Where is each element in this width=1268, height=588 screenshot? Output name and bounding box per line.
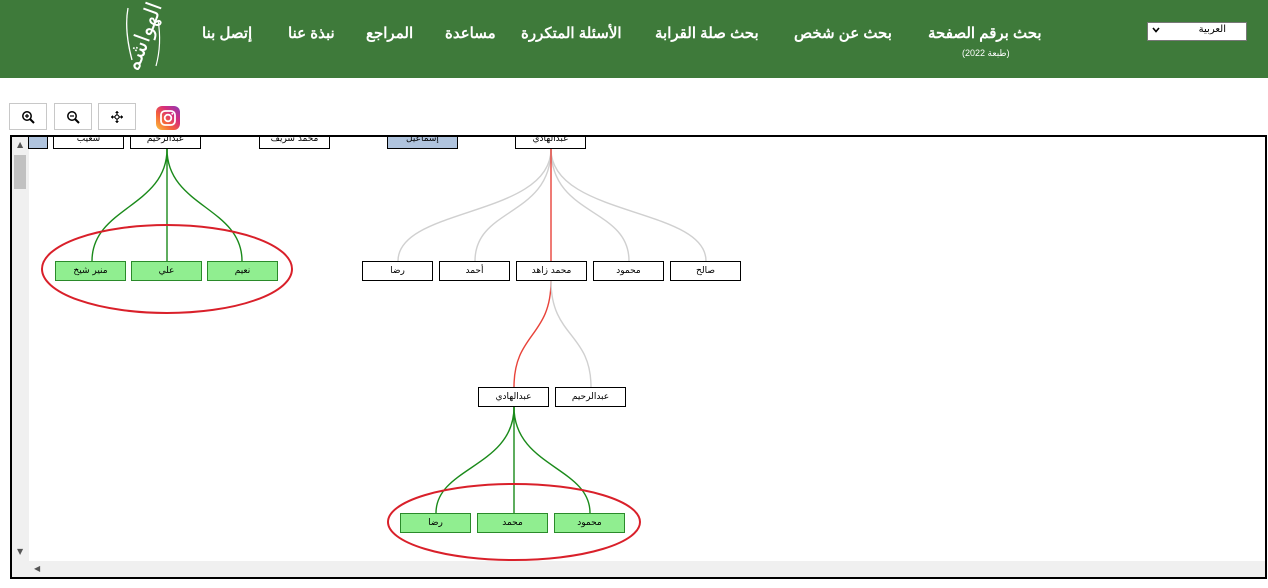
tree-node-partial[interactable] [28,137,48,149]
tree-node-highlighted[interactable]: نعيم [207,261,278,281]
tree-node-selected[interactable]: إسماعيل [387,137,458,149]
tree-node[interactable]: أحمد [439,261,510,281]
tree-node-highlighted[interactable]: منير شيخ [55,261,126,281]
nav-references[interactable]: المراجع [366,24,413,42]
language-select[interactable]: العربية [1147,22,1247,41]
edition-label: (طبعة 2022) [962,48,1010,58]
family-tree-viewport[interactable]: ▲ ▼ ◀ شعيب عبدالرحيم محمد شريف إسماعيل ع… [10,135,1267,579]
language-select-value: العربية [1198,24,1226,35]
tree-node[interactable]: محمد شريف [259,137,330,149]
center-button[interactable] [98,103,136,130]
scroll-left-arrow[interactable]: ◀ [34,564,40,573]
zoom-in-button[interactable] [9,103,47,130]
site-logo[interactable]: الهواشم [106,0,176,70]
chevron-down-icon [1152,27,1160,33]
zoom-in-icon [22,110,35,124]
nav-contact[interactable]: إتصل بنا [202,24,252,42]
move-icon [111,110,123,123]
nav-person-search[interactable]: بحث عن شخص [794,24,892,42]
zoom-out-button[interactable] [54,103,92,130]
tree-node[interactable]: عبدالرحيم [555,387,626,407]
tree-node[interactable]: عبدالهادي [515,137,586,149]
tree-node-highlighted[interactable]: رضا [400,513,471,533]
zoom-out-icon [67,110,80,124]
tree-node[interactable]: شعيب [53,137,124,149]
tree-node[interactable]: عبدالرحيم [130,137,201,149]
nav-about[interactable]: نبذة عنا [288,24,335,42]
tree-node[interactable]: محمود [593,261,664,281]
instagram-icon[interactable] [156,106,180,130]
tree-node[interactable]: محمد زاهد [516,261,587,281]
logo-text: الهواشم [119,0,168,70]
nav-kinship-search[interactable]: بحث صلة القرابة [655,24,759,42]
tree-node-highlighted[interactable]: محمد [477,513,548,533]
nav-help[interactable]: مساعدة [445,24,496,42]
tree-node-highlighted[interactable]: محمود [554,513,625,533]
tree-node[interactable]: صالح [670,261,741,281]
nav-faq[interactable]: الأسئلة المتكررة [521,24,622,42]
tree-links [41,148,707,561]
tree-node-highlighted[interactable]: علي [131,261,202,281]
horizontal-scrollbar[interactable]: ◀ [12,561,1265,577]
tree-node[interactable]: عبدالهادي [478,387,549,407]
header-bar: العربية بحث برقم الصفحة (طبعة 2022) بحث … [0,0,1268,78]
nav-page-number[interactable]: بحث برقم الصفحة [928,24,1042,42]
tree-node[interactable]: رضا [362,261,433,281]
